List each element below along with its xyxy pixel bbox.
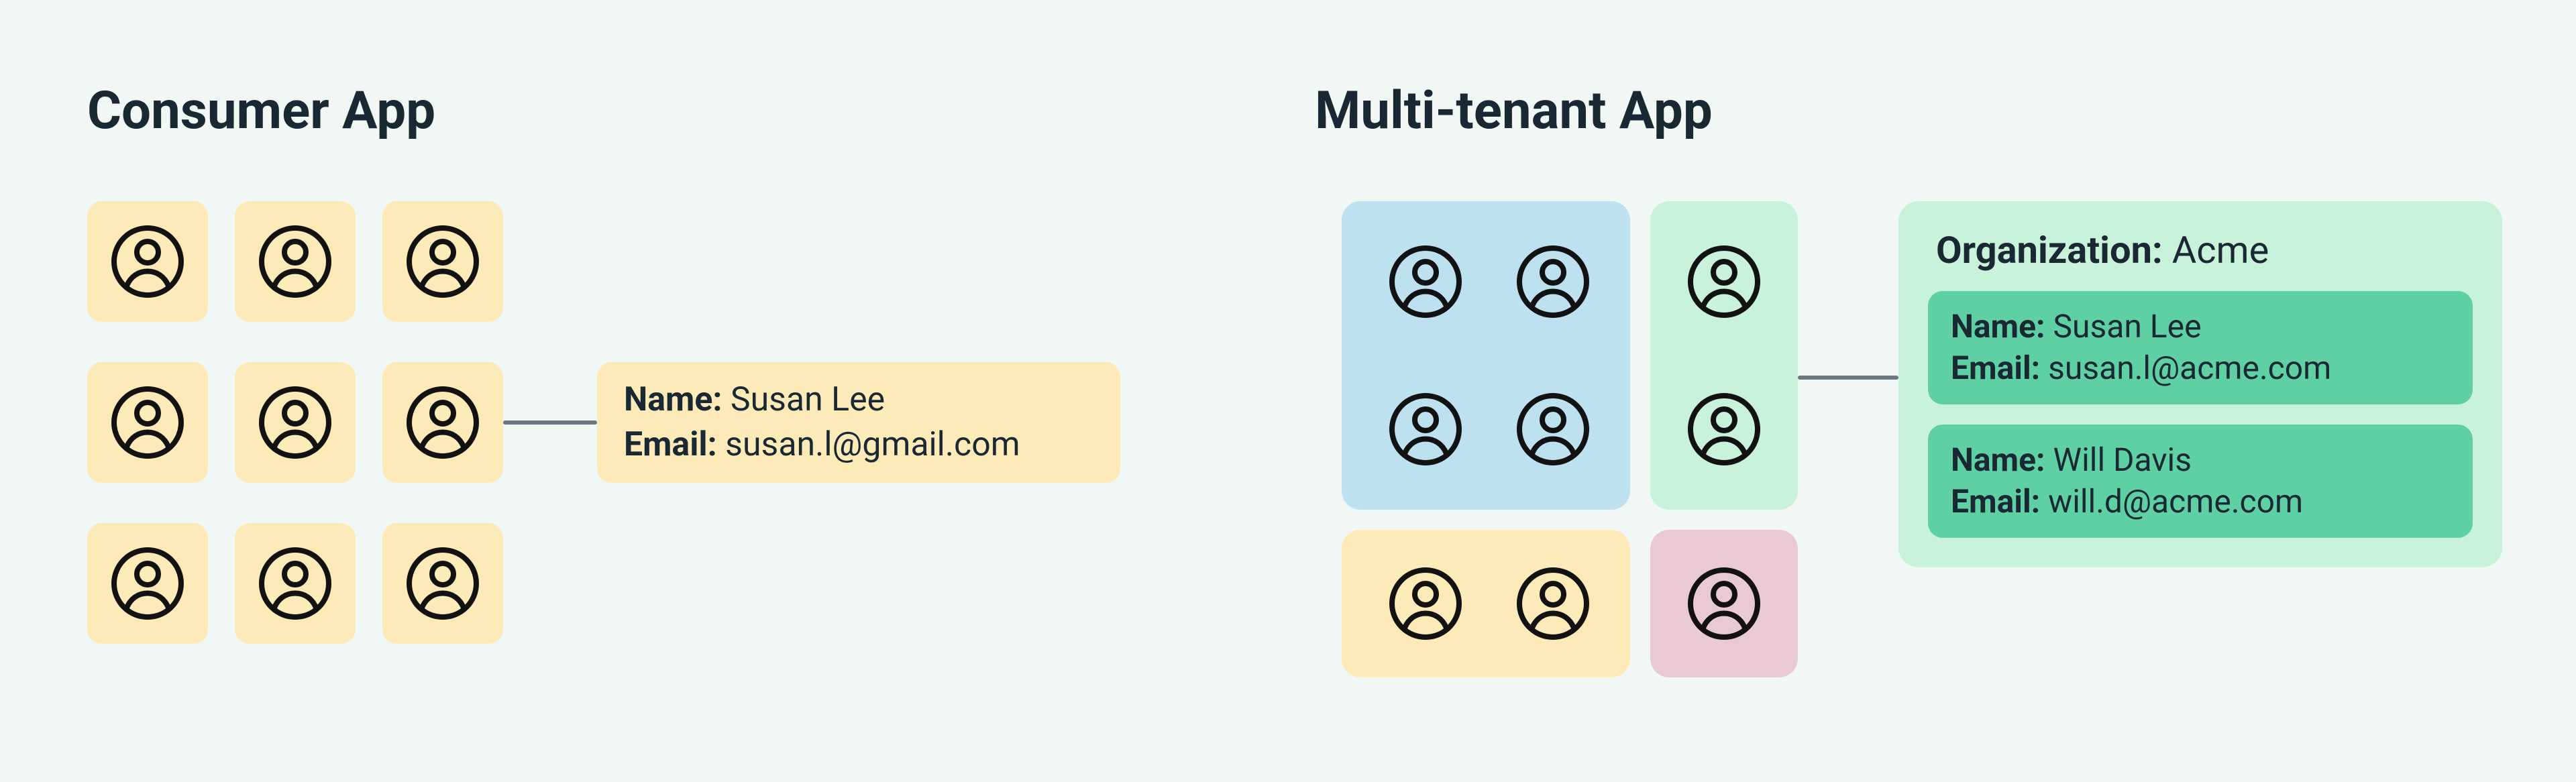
organization-title: Organization: Acme (1928, 228, 2473, 272)
multitenant-app-heading: Multi-tenant App (1315, 80, 1713, 142)
user-icon (255, 221, 335, 302)
user-icon (402, 543, 483, 624)
consumer-user-tile (382, 201, 503, 322)
card-email-row: Email: susan.l@acme.com (1951, 347, 2450, 389)
name-value: Will Davis (2053, 441, 2192, 479)
user-icon (107, 543, 188, 624)
consumer-app-heading: Consumer App (87, 80, 435, 142)
email-value: will.d@acme.com (2048, 482, 2303, 520)
tenant-user-tile (1365, 369, 1486, 490)
user-icon (402, 382, 483, 463)
org-label: Organization: (1936, 228, 2172, 272)
name-label: Name: (624, 380, 731, 419)
consumer-user-tile (87, 362, 208, 483)
connector-line (503, 421, 597, 425)
card-name-row: Name: Susan Lee (624, 378, 1093, 423)
user-icon (1684, 563, 1764, 644)
name-value: Susan Lee (2053, 307, 2202, 345)
card-name-row: Name: Will Davis (1951, 439, 2450, 481)
tenant-user-tile (1664, 543, 1784, 664)
user-icon (1385, 389, 1466, 469)
user-icon (107, 221, 188, 302)
consumer-user-tile (382, 523, 503, 644)
user-icon (107, 382, 188, 463)
consumer-user-tile (87, 201, 208, 322)
tenant-user-tile (1493, 543, 1613, 664)
name-value: Susan Lee (731, 380, 885, 419)
consumer-user-card: Name: Susan Lee Email: susan.l@gmail.com (597, 362, 1120, 483)
user-icon (255, 382, 335, 463)
consumer-user-tile (87, 523, 208, 644)
user-icon (1385, 241, 1466, 322)
user-icon (402, 221, 483, 302)
email-value: susan.l@gmail.com (725, 425, 1020, 464)
name-label: Name: (1951, 307, 2053, 345)
tenant-user-tile (1664, 221, 1784, 342)
user-icon (1513, 389, 1593, 469)
user-icon (1684, 241, 1764, 322)
tenant-user-tile (1664, 369, 1784, 490)
consumer-user-tile (235, 201, 356, 322)
org-value: Acme (2172, 228, 2269, 272)
email-label: Email: (1951, 349, 2048, 387)
tenant-user-tile (1365, 221, 1486, 342)
email-label: Email: (624, 425, 725, 464)
consumer-user-tile-selected (382, 362, 503, 483)
connector-line (1798, 376, 1898, 380)
user-icon (1385, 563, 1466, 644)
organization-card: Organization: Acme Name: Susan Lee Email… (1898, 201, 2502, 567)
tenant-user-tile (1493, 369, 1613, 490)
card-email-row: Email: will.d@acme.com (1951, 481, 2450, 522)
name-label: Name: (1951, 441, 2053, 479)
org-member-card: Name: Susan Lee Email: susan.l@acme.com (1928, 291, 2473, 404)
user-icon (255, 543, 335, 624)
tenant-user-tile (1493, 221, 1613, 342)
user-icon (1684, 389, 1764, 469)
consumer-user-tile (235, 523, 356, 644)
user-icon (1513, 241, 1593, 322)
email-value: susan.l@acme.com (2048, 349, 2331, 387)
card-email-row: Email: susan.l@gmail.com (624, 423, 1093, 468)
tenant-user-tile (1365, 543, 1486, 664)
email-label: Email: (1951, 482, 2048, 520)
org-member-card: Name: Will Davis Email: will.d@acme.com (1928, 425, 2473, 538)
user-icon (1513, 563, 1593, 644)
card-name-row: Name: Susan Lee (1951, 306, 2450, 347)
consumer-user-tile (235, 362, 356, 483)
